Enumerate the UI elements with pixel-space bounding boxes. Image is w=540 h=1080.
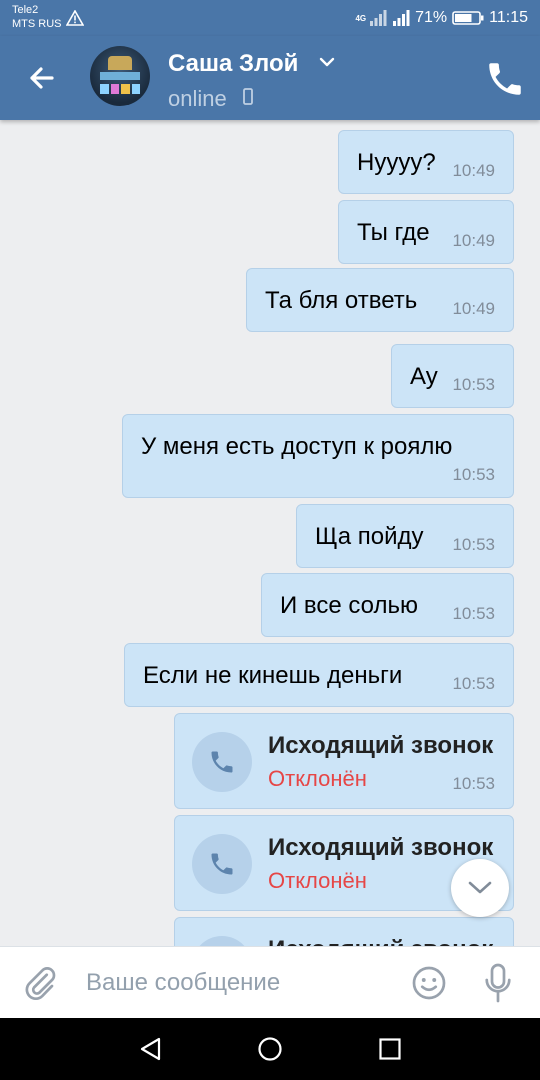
microphone-icon[interactable] xyxy=(482,962,514,1004)
avatar-art xyxy=(108,56,132,70)
battery-icon xyxy=(452,11,484,25)
status-indicators: 4G 71% 11:15 xyxy=(355,8,528,28)
message-time: 10:49 xyxy=(452,299,495,318)
mobile-device-icon xyxy=(243,88,253,105)
back-arrow-icon[interactable] xyxy=(22,58,62,98)
chat-header: Саша Злой online xyxy=(0,36,540,120)
phone-icon[interactable] xyxy=(484,58,526,100)
contact-status: online xyxy=(168,86,227,111)
message-bubble[interactable]: У меня есть доступ к роялю 10:53 xyxy=(122,414,514,498)
call-message[interactable]: Исходящий звонок xyxy=(174,917,514,946)
message-bubble[interactable]: Если не кинешь деньги 10:53 xyxy=(124,643,514,707)
message-time: 10:53 xyxy=(452,375,495,394)
smiley-icon[interactable] xyxy=(411,965,447,1001)
message-text: И все солью xyxy=(280,592,419,619)
call-icon-circle xyxy=(192,834,252,894)
call-title: Исходящий звонок xyxy=(268,834,494,861)
carrier-line2: MTS RUS xyxy=(12,18,62,30)
message-text: Ау xyxy=(410,363,438,390)
call-icon-circle xyxy=(192,936,252,946)
call-icon-circle xyxy=(192,732,252,792)
nav-back-icon[interactable] xyxy=(138,1036,164,1062)
call-message[interactable]: Исходящий звонок Отклонён 10:53 xyxy=(174,713,514,809)
message-time: 10:53 xyxy=(452,674,495,693)
call-title: Исходящий звонок xyxy=(268,732,494,759)
avatar[interactable] xyxy=(90,46,150,106)
message-text: Если не кинешь деньги xyxy=(143,662,403,689)
chevron-down-icon xyxy=(468,881,492,894)
message-time: 10:49 xyxy=(452,231,495,250)
message-list[interactable]: Нуууу? 10:49 Ты где 10:49 Та бля ответь … xyxy=(0,120,540,946)
message-bubble[interactable]: Та бля ответь 10:49 xyxy=(246,268,514,332)
message-text: У меня есть доступ к роялю xyxy=(141,433,453,460)
message-text: Ща пойду xyxy=(315,523,424,550)
warning-icon xyxy=(66,10,84,26)
scroll-down-button[interactable] xyxy=(451,859,509,917)
phone-icon xyxy=(211,853,233,875)
signal-icon-2 xyxy=(393,10,410,26)
network-type: 4G xyxy=(355,13,367,23)
message-text: Та бля ответь xyxy=(265,287,418,314)
message-time: 10:53 xyxy=(452,535,495,554)
nav-recent-icon[interactable] xyxy=(378,1037,402,1061)
avatar-art xyxy=(100,72,140,80)
message-bubble[interactable]: Нуууу? 10:49 xyxy=(338,130,514,194)
signal-icon xyxy=(370,10,387,26)
battery-percent: 71% xyxy=(415,9,448,26)
message-time: 10:53 xyxy=(452,774,495,793)
message-text: Нуууу? xyxy=(357,149,436,176)
message-time: 10:53 xyxy=(452,465,495,484)
status-bar: Tele2 MTS RUS 4G 71% 11:15 xyxy=(0,0,540,36)
carrier-info: Tele2 MTS RUS xyxy=(12,3,62,31)
call-status: Отклонён xyxy=(268,766,367,791)
carrier-line1: Tele2 xyxy=(12,4,39,16)
phone-icon xyxy=(211,751,233,773)
avatar-art xyxy=(100,84,140,94)
chevron-down-icon[interactable] xyxy=(318,56,336,68)
message-time: 10:49 xyxy=(452,161,495,180)
message-bubble[interactable]: И все солью 10:53 xyxy=(261,573,514,637)
paperclip-icon[interactable] xyxy=(22,965,58,1001)
message-text: Ты где xyxy=(357,219,430,246)
contact-name[interactable]: Саша Злой xyxy=(168,50,298,78)
message-bubble[interactable]: Ты где 10:49 xyxy=(338,200,514,264)
system-nav-bar xyxy=(0,1018,540,1080)
message-composer xyxy=(0,946,540,1018)
message-time: 10:53 xyxy=(452,604,495,623)
message-bubble[interactable]: Ау 10:53 xyxy=(391,344,514,408)
message-input[interactable] xyxy=(86,965,386,1001)
call-status: Отклонён xyxy=(268,868,367,893)
call-title: Исходящий звонок xyxy=(268,936,493,946)
nav-home-icon[interactable] xyxy=(257,1036,283,1062)
clock: 11:15 xyxy=(489,9,528,26)
message-bubble[interactable]: Ща пойду 10:53 xyxy=(296,504,514,568)
